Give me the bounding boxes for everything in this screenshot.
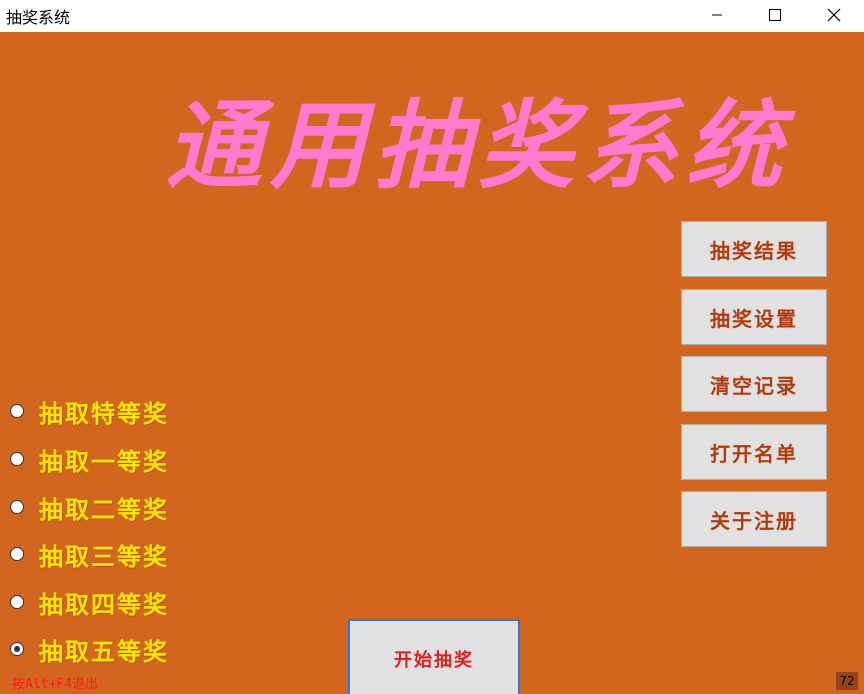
close-button[interactable] [811,0,857,30]
radio-button[interactable] [10,547,24,561]
close-icon [827,8,841,22]
prize-option-third[interactable]: 抽取三等奖 [10,537,169,571]
radio-button[interactable] [10,404,24,418]
main-panel: 通用抽奖系统 抽奖结果 抽奖设置 清空记录 打开名单 关于注册 抽取特等奖 抽取… [0,32,864,694]
settings-button[interactable]: 抽奖设置 [681,289,827,345]
start-draw-button[interactable]: 开始抽奖 [348,619,520,694]
prize-option-label: 抽取二等奖 [39,494,169,524]
prize-option-label: 抽取四等奖 [39,589,169,619]
prize-option-label: 抽取三等奖 [39,541,169,571]
prize-option-second[interactable]: 抽取二等奖 [10,490,169,524]
prize-option-label: 抽取特等奖 [39,398,169,428]
prize-option-first[interactable]: 抽取一等奖 [10,442,169,476]
radio-button[interactable] [10,500,24,514]
open-list-button[interactable]: 打开名单 [681,424,827,480]
prize-option-label: 抽取一等奖 [39,446,169,476]
page-title: 通用抽奖系统 [166,89,790,202]
prize-option-fifth[interactable]: 抽取五等奖 [10,632,169,666]
title-bar: 抽奖系统 [0,0,864,32]
prize-option-special[interactable]: 抽取特等奖 [10,394,169,428]
window-title: 抽奖系统 [6,8,71,27]
clear-records-button[interactable]: 清空记录 [681,356,827,412]
prize-option-fourth[interactable]: 抽取四等奖 [10,585,169,619]
radio-button-selected[interactable] [10,642,24,656]
maximize-button[interactable] [752,0,798,30]
prize-option-label: 抽取五等奖 [39,636,169,666]
exit-hint: 按Alt+F4退出 [12,677,98,692]
minimize-icon [712,14,722,16]
results-button[interactable]: 抽奖结果 [681,221,827,277]
maximize-icon [769,9,781,21]
about-register-button[interactable]: 关于注册 [681,491,827,547]
radio-button[interactable] [10,452,24,466]
radio-button[interactable] [10,595,24,609]
minimize-button[interactable] [694,0,740,30]
counter-badge: 72 [836,672,858,690]
